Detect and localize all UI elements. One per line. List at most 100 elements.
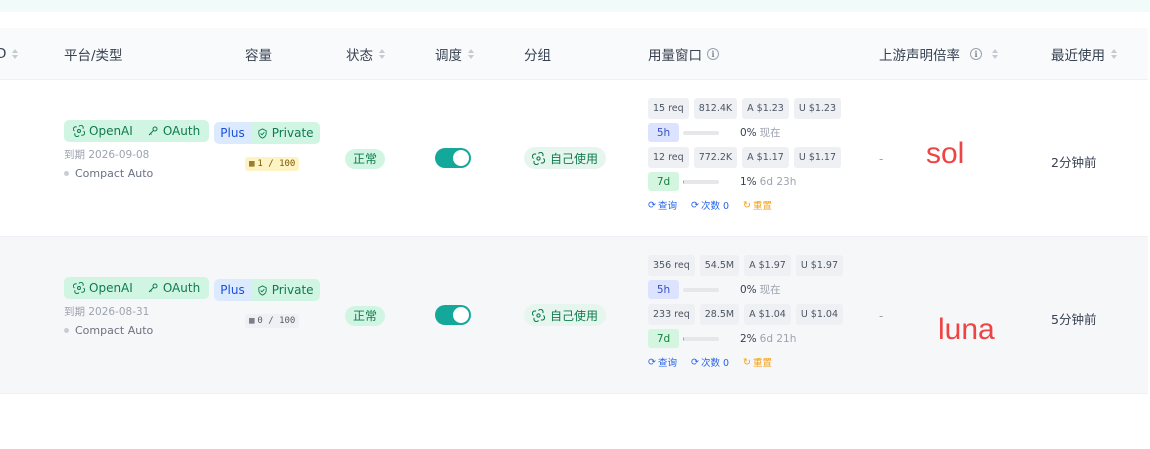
schedule-cell[interactable] (435, 148, 471, 168)
query-button[interactable]: ⟳ 查询 (648, 355, 677, 370)
reset-icon: ↻ (743, 356, 751, 368)
group-cell: 自己使用 (524, 147, 607, 169)
last-used-value: 5分钟前 (1051, 312, 1097, 327)
dot-icon (64, 328, 69, 333)
upstream-rate-value: - (879, 309, 884, 323)
reset-time: 现在 (759, 284, 781, 296)
reset-icon: ↻ (743, 199, 751, 211)
request-count: 12 req (648, 146, 689, 168)
group-cell: 自己使用 (524, 304, 607, 326)
capacity-cell: ▦ 1 / 100 (245, 151, 300, 171)
window-5h-stats: 356 req 54.5M A $1.97 U $1.97 (648, 254, 843, 276)
reset-time: 现在 (759, 127, 781, 139)
capacity-cell: ▦ 0 / 100 (245, 308, 300, 328)
column-header-0[interactable]: D (0, 28, 19, 80)
upstream-rate-value: - (879, 152, 884, 166)
cost-a: A $1.17 (742, 146, 789, 168)
grid-icon: ▦ (249, 159, 255, 169)
key-icon (148, 126, 158, 136)
table-row: OpenAI OAuth Plus (0, 80, 1148, 237)
reset-button[interactable]: ↻ 重置 (743, 355, 772, 370)
window-7d-stats: 12 req 772.2K A $1.17 U $1.17 (648, 146, 842, 168)
window-5h-progress: 5h 0% 现在 (648, 279, 843, 300)
auth-label: OAuth (162, 124, 201, 138)
group-badge: 自己使用 (524, 147, 607, 169)
sort-icon[interactable] (12, 48, 19, 60)
refresh-icon: ⟳ (648, 199, 656, 211)
reset-time: 6d 21h (759, 332, 797, 345)
info-icon[interactable]: i (707, 48, 719, 60)
table-header: D 平台/类型 容量 状态 调度 分组 用量窗口 i 上游声明倍率 i 最近使用 (0, 28, 1148, 80)
progress-bar (683, 287, 719, 292)
column-header-upstream-rate[interactable]: 上游声明倍率 i (879, 28, 998, 80)
refresh-icon: ⟳ (690, 199, 699, 211)
usage-percent: 2% (740, 332, 757, 345)
cost-u: U $1.04 (795, 303, 843, 325)
cost-u: U $1.97 (795, 254, 843, 276)
window-7d-progress: 7d 2% 6d 21h (648, 328, 843, 349)
column-header-platform: 平台/类型 (64, 48, 123, 64)
schedule-toggle[interactable] (435, 148, 471, 168)
usage-window-cell: 356 req 54.5M A $1.97 U $1.97 5h 0% 现在 2… (648, 254, 843, 369)
token-count: 54.5M (699, 254, 740, 276)
refresh-icon: ⟳ (648, 356, 656, 368)
info-icon[interactable]: i (970, 48, 982, 60)
window-label: 7d (648, 329, 679, 348)
window-5h-stats: 15 req 812.4K A $1.23 U $1.23 (648, 97, 842, 119)
sort-icon[interactable] (468, 48, 474, 60)
accounts-table: D 平台/类型 容量 状态 调度 分组 用量窗口 i 上游声明倍率 i 最近使用… (0, 28, 1148, 394)
key-icon (148, 283, 158, 293)
progress-bar (683, 130, 719, 135)
annotation-label: luna (938, 313, 995, 346)
column-header-group: 分组 (524, 48, 551, 64)
count-button[interactable]: ⟳ 次数 0 (690, 198, 729, 213)
window-5h-progress: 5h 0% 现在 (648, 122, 841, 143)
shield-icon (258, 284, 267, 296)
progress-bar (683, 336, 719, 341)
usage-percent: 1% (740, 175, 757, 188)
status-badge: 正常 (345, 148, 386, 169)
platform-tag: OpenAI OAuth (64, 120, 210, 142)
platform-label: OpenAI (89, 124, 133, 138)
sort-icon[interactable] (992, 48, 998, 60)
window-label: 5h (648, 280, 679, 299)
token-count: 812.4K (693, 97, 738, 119)
visibility-badge: Private (250, 122, 320, 144)
query-button[interactable]: ⟳ 查询 (648, 198, 677, 213)
column-header-status[interactable]: 状态 (346, 28, 385, 80)
usage-window-cell: 15 req 812.4K A $1.23 U $1.23 5h 0% 现在 1… (648, 97, 842, 213)
status-badge: 正常 (345, 305, 386, 326)
schedule-toggle[interactable] (435, 305, 471, 325)
window-7d-progress: 7d 1% 6d 23h (648, 171, 841, 192)
window-7d-stats: 233 req 28.5M A $1.04 U $1.04 (648, 303, 843, 325)
openai-icon (532, 151, 545, 165)
schedule-cell[interactable] (435, 305, 471, 325)
reset-button[interactable]: ↻ 重置 (743, 198, 772, 213)
cost-u: U $1.17 (793, 146, 842, 168)
column-header-schedule[interactable]: 调度 (435, 28, 474, 80)
sort-icon[interactable] (379, 48, 385, 60)
platform-tag: OpenAI OAuth (64, 277, 210, 299)
sort-icon[interactable] (1111, 48, 1117, 60)
usage-actions: ⟳ 查询 ⟳ 次数 0 ↻ 重置 (648, 355, 843, 370)
openai-icon (532, 308, 545, 322)
refresh-icon: ⟳ (690, 356, 699, 368)
progress-bar (683, 179, 719, 184)
cost-a: A $1.04 (744, 303, 791, 325)
visibility-badge: Private (250, 279, 320, 301)
count-button[interactable]: ⟳ 次数 0 (690, 355, 729, 370)
column-header-usage-window: 用量窗口 i (648, 28, 719, 80)
capacity-badge: ▦ 1 / 100 (245, 157, 300, 171)
column-header-capacity: 容量 (245, 48, 272, 64)
request-count: 233 req (648, 303, 695, 325)
cost-a: A $1.23 (742, 97, 789, 119)
status-cell: 正常 (345, 148, 386, 169)
request-count: 15 req (648, 97, 689, 119)
usage-percent: 0% (740, 126, 757, 139)
column-header-last-used[interactable]: 最近使用 (1051, 28, 1117, 80)
capacity-badge: ▦ 0 / 100 (245, 314, 300, 328)
status-cell: 正常 (345, 305, 386, 326)
table-row: OpenAI OAuth Plus (0, 237, 1148, 394)
platform-label: OpenAI (89, 281, 133, 295)
annotation-label: sol (926, 137, 965, 170)
